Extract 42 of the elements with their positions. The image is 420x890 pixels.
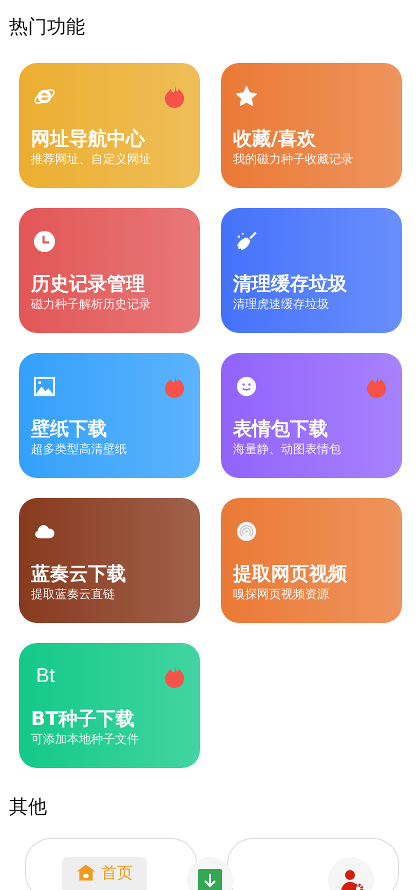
feature-card[interactable]: 壁纸下载 超多类型高清壁纸: [19, 353, 200, 478]
feature-card[interactable]: Bt BT种子下载 可添加本地种子文件: [19, 643, 200, 768]
signal-icon: [235, 520, 258, 542]
card-title: 网址导航中心: [31, 127, 146, 151]
feature-card[interactable]: 表情包下载 海量静、动图表情包: [221, 353, 402, 478]
download-icon: [198, 869, 222, 890]
section-title: 热门功能: [8, 15, 86, 39]
feature-card[interactable]: 提取网页视频 嗅探网页视频资源: [221, 498, 402, 623]
card-subtitle: 清理虎速缓存垃圾: [233, 296, 330, 312]
card-subtitle: 嗅探网页视频资源: [233, 586, 330, 602]
card-subtitle: 磁力种子解析历史记录: [31, 296, 152, 312]
home-icon: [76, 863, 96, 883]
home-tab[interactable]: 首页: [62, 857, 147, 890]
star-icon: [235, 84, 258, 108]
card-subtitle: 提取蓝奏云直链: [31, 586, 116, 602]
smile-icon: [235, 374, 258, 398]
feature-card[interactable]: 历史记录管理 磁力种子解析历史记录: [19, 208, 200, 333]
clock-icon: [33, 230, 56, 252]
card-title: 壁纸下载: [31, 417, 108, 441]
card-subtitle: 推荐网址、自定义网址: [31, 151, 152, 167]
feature-card[interactable]: 收藏/喜欢 我的磁力种子收藏记录: [221, 63, 402, 188]
card-title: 清理缓存垃圾: [233, 272, 348, 296]
card-title: 历史记录管理: [31, 272, 146, 296]
card-title: 蓝奏云下载: [31, 562, 127, 586]
card-title: 收藏/喜欢: [233, 127, 317, 151]
feature-card[interactable]: 网址导航中心 推荐网址、自定义网址: [19, 63, 200, 188]
card-title: 表情包下载: [233, 417, 329, 441]
card-subtitle: 可添加本地种子文件: [31, 731, 140, 747]
user-settings-icon: [339, 869, 363, 890]
section-title: 其他: [8, 795, 48, 819]
feature-card[interactable]: 清理缓存垃圾 清理虎速缓存垃圾: [221, 208, 402, 333]
card-subtitle: 海量静、动图表情包: [233, 441, 342, 457]
card-subtitle: 超多类型高清壁纸: [31, 441, 128, 457]
image-icon: [33, 374, 56, 398]
card-subtitle: 我的磁力种子收藏记录: [233, 151, 354, 167]
broom-icon: [235, 230, 258, 252]
profile-button[interactable]: [328, 857, 374, 890]
feature-card[interactable]: 蓝奏云下载 提取蓝奏云直链: [19, 498, 200, 623]
bt-icon: Bt: [36, 664, 55, 688]
card-title: BT种子下载: [31, 707, 136, 731]
download-button[interactable]: [187, 857, 233, 890]
card-title: 提取网页视频: [233, 562, 348, 586]
